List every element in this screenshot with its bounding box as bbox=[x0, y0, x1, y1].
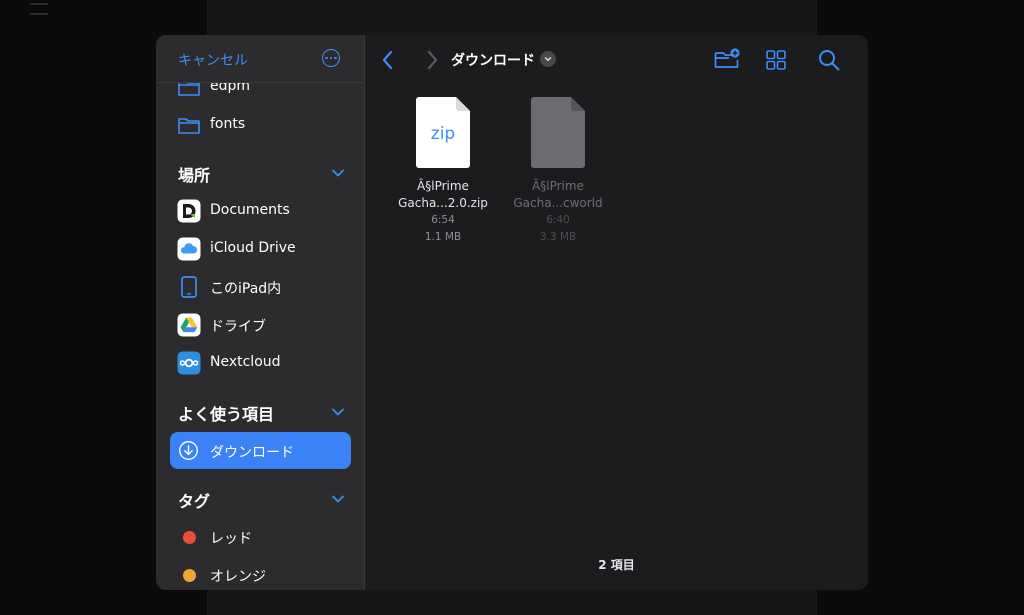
tag-color-dot bbox=[183, 531, 196, 544]
sidebar-item-google-drive[interactable]: ドライブ bbox=[156, 307, 364, 343]
chevron-down-icon bbox=[332, 495, 344, 503]
file-name: Â§lPrime bbox=[532, 179, 584, 193]
folder-icon bbox=[178, 118, 200, 134]
file-name: Gacha...2.0.zip bbox=[398, 196, 488, 210]
section-header-locations[interactable]: 場所 bbox=[156, 157, 364, 187]
ellipsis-circle-icon[interactable] bbox=[322, 49, 340, 67]
sidebar-item-label: ドライブ bbox=[210, 319, 266, 335]
title-menu-button[interactable] bbox=[540, 51, 556, 67]
chevron-down-icon bbox=[544, 57, 552, 62]
main-browser: ダウンロード zip Â§lPrime Gacha...2.0.zip 6:54… bbox=[365, 35, 868, 590]
forward-chevron-icon[interactable] bbox=[423, 49, 441, 71]
new-folder-icon[interactable] bbox=[714, 47, 740, 73]
file-item[interactable]: Â§lPrime Gacha...cworld 6:40 3.3 MB bbox=[498, 97, 618, 246]
folder-title[interactable]: ダウンロード bbox=[451, 50, 535, 70]
sidebar: edpm fonts キャンセル 場所 Documents iCloud Dri… bbox=[156, 35, 364, 590]
download-circle-icon bbox=[179, 441, 198, 460]
file-name: Gacha...cworld bbox=[513, 196, 603, 210]
sidebar-item-label: ダウンロード bbox=[210, 445, 294, 461]
sidebar-item-icloud-drive[interactable]: iCloud Drive bbox=[156, 231, 364, 267]
file-time: 6:40 bbox=[546, 214, 570, 226]
sidebar-tag-orange[interactable]: オレンジ bbox=[156, 557, 364, 590]
documents-app-icon bbox=[177, 199, 201, 223]
sidebar-item-label: Documents bbox=[210, 202, 290, 218]
sidebar-header: キャンセル bbox=[156, 35, 364, 83]
sidebar-item-label: このiPad内 bbox=[210, 281, 282, 297]
file-name: Â§lPrime bbox=[417, 179, 469, 193]
icloud-icon bbox=[177, 237, 201, 261]
sidebar-item-label: Nextcloud bbox=[210, 354, 281, 370]
item-count: 2 項目 bbox=[598, 558, 635, 572]
generic-file-icon bbox=[531, 97, 585, 168]
file-picker-sheet: edpm fonts キャンセル 場所 Documents iCloud Dri… bbox=[156, 35, 868, 590]
chevron-down-icon bbox=[332, 169, 344, 177]
file-size: 3.3 MB bbox=[539, 231, 577, 243]
sidebar-item-label: fonts bbox=[210, 116, 246, 132]
sidebar-item-label: オレンジ bbox=[210, 569, 266, 585]
sidebar-item-fonts[interactable]: fonts bbox=[156, 107, 364, 143]
file-time: 6:54 bbox=[431, 214, 455, 226]
sidebar-item-nextcloud[interactable]: Nextcloud bbox=[156, 345, 364, 381]
background-menu-icon bbox=[30, 3, 48, 15]
google-drive-icon bbox=[177, 313, 201, 337]
section-header-tags[interactable]: タグ bbox=[156, 483, 364, 513]
sidebar-item-label: レッド bbox=[210, 531, 252, 547]
section-header-favorites[interactable]: よく使う項目 bbox=[156, 396, 364, 426]
search-icon[interactable] bbox=[816, 47, 842, 73]
chevron-down-icon bbox=[332, 408, 344, 416]
grid-view-icon[interactable] bbox=[763, 47, 789, 73]
tag-color-dot bbox=[183, 569, 196, 582]
cancel-button[interactable]: キャンセル bbox=[178, 50, 248, 70]
back-chevron-icon[interactable] bbox=[379, 49, 397, 71]
section-title: 場所 bbox=[178, 166, 211, 185]
file-size: 1.1 MB bbox=[424, 231, 462, 243]
section-title: タグ bbox=[178, 492, 211, 511]
file-type-label: zip bbox=[431, 124, 455, 144]
section-title: よく使う項目 bbox=[178, 405, 275, 424]
sidebar-tag-red[interactable]: レッド bbox=[156, 519, 364, 555]
file-item[interactable]: zip Â§lPrime Gacha...2.0.zip 6:54 1.1 MB bbox=[383, 97, 503, 246]
nextcloud-icon bbox=[177, 351, 201, 375]
sidebar-item-label: iCloud Drive bbox=[210, 240, 296, 256]
sidebar-item-downloads[interactable]: ダウンロード bbox=[170, 432, 351, 469]
sidebar-item-on-ipad[interactable]: このiPad内 bbox=[156, 269, 364, 305]
zip-file-icon: zip bbox=[416, 97, 470, 168]
sidebar-item-documents[interactable]: Documents bbox=[156, 193, 364, 229]
ipad-icon bbox=[181, 276, 197, 298]
